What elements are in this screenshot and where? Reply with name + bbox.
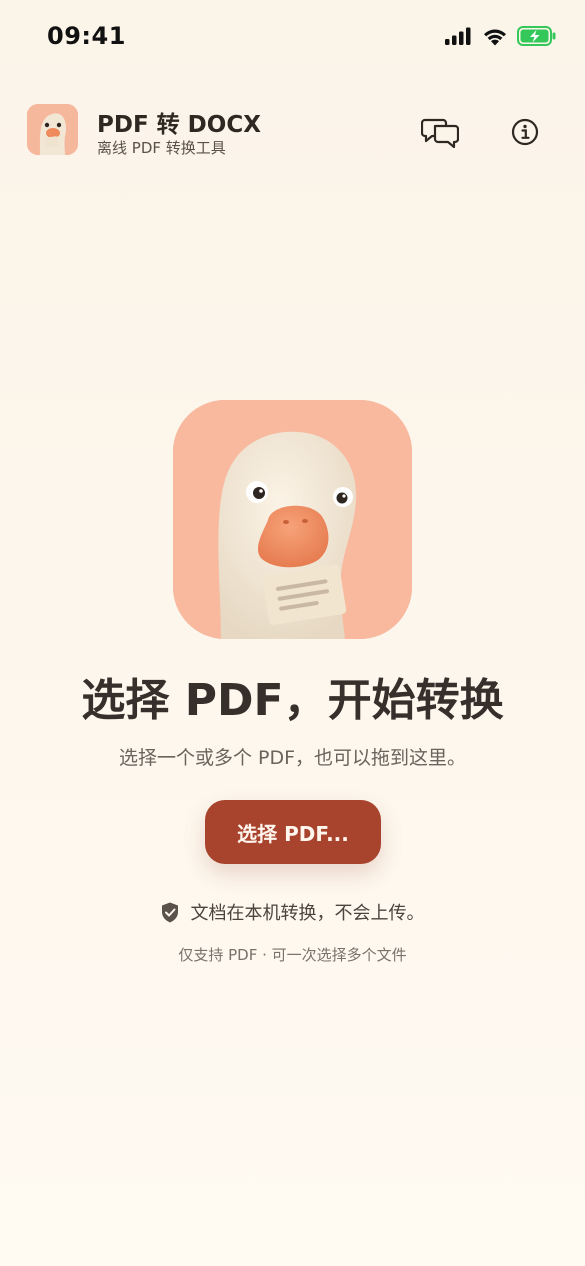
shield-check-icon [161,902,178,922]
wifi-icon [484,29,506,45]
status-bar: 09:41 [0,0,585,72]
info-button[interactable] [505,112,545,152]
select-pdf-button[interactable]: 选择 PDF... [205,800,381,864]
goose-holding-document-icon [173,400,412,639]
hero-subtitle: 选择一个或多个 PDF，也可以拖到这里。 [118,747,467,769]
app-subtitle: 离线 PDF 转换工具 [97,139,226,157]
support-note: 仅支持 PDF · 可一次选择多个文件 [178,946,407,964]
hero-title: 选择 PDF，开始转换 [81,675,504,726]
goose-logo-icon [27,104,78,155]
feedback-button[interactable] [420,112,460,152]
cellular-signal-icon [445,27,471,45]
status-icons [445,26,557,46]
battery-charging-icon [517,26,556,46]
app-title: PDF 转 DOCX [97,112,261,138]
status-time: 09:41 [47,22,126,50]
privacy-text: 文档在本机转换，不会上传。 [190,903,425,924]
info-icon [511,118,539,146]
privacy-note: 文档在本机转换，不会上传。 [0,899,585,925]
chat-bubbles-icon [421,118,459,148]
app-header: PDF 转 DOCX 离线 PDF 转换工具 [27,104,558,158]
